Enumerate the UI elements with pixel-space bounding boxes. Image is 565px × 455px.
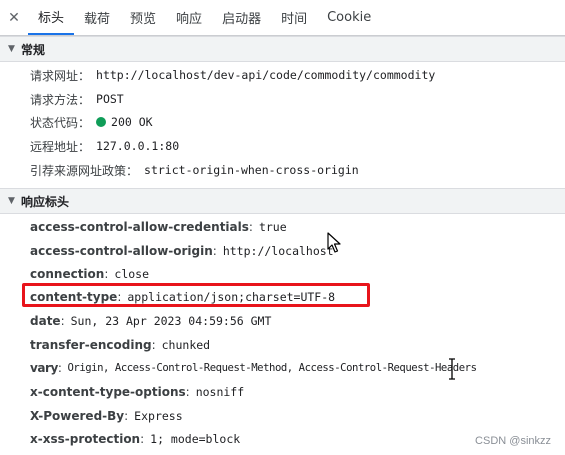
header-value[interactable]: nosniff xyxy=(196,385,244,399)
header-key: date xyxy=(30,314,61,328)
header-row: access-control-allow-origin : http://loc… xyxy=(30,244,334,258)
general-row-remote-address: 远程地址 ： 127.0.0.1:80 xyxy=(30,139,180,154)
general-section-header[interactable]: ▼ 常规 xyxy=(0,36,565,62)
row-key: 引荐来源网址政策 xyxy=(30,163,127,178)
response-headers-section-title: 响应标头 xyxy=(21,194,70,209)
expand-triangle-icon: ▼ xyxy=(8,43,15,54)
header-row: vary : Origin, Access-Control-Request-Me… xyxy=(30,361,477,375)
header-key: X-Powered-By xyxy=(30,409,125,423)
general-row-request-url: 请求网址 ： http://localhost/dev-api/code/com… xyxy=(30,68,436,83)
header-row: x-xss-protection : 1; mode=block xyxy=(30,432,241,446)
header-value[interactable]: Origin, Access-Control-Request-Method, A… xyxy=(67,362,476,374)
tab-payload[interactable]: 载荷 xyxy=(74,0,120,35)
header-key: access-control-allow-origin xyxy=(30,244,213,258)
row-value[interactable]: strict-origin-when-cross-origin xyxy=(144,163,359,177)
tab-cookies[interactable]: Cookie xyxy=(317,0,381,35)
header-row: x-content-type-options : nosniff xyxy=(30,385,245,399)
header-value[interactable]: http://localhost xyxy=(223,244,334,258)
tab-preview[interactable]: 预览 xyxy=(120,0,166,35)
tab-bar: ✕ 标头 载荷 预览 响应 启动器 时间 Cookie xyxy=(0,0,565,36)
header-key: connection xyxy=(30,267,105,281)
header-value[interactable]: true xyxy=(259,220,287,234)
tab-timing[interactable]: 时间 xyxy=(271,0,317,35)
watermark: CSDN @sinkzz xyxy=(475,435,551,447)
text-cursor-icon xyxy=(449,358,455,380)
header-key: transfer-encoding xyxy=(30,338,152,352)
tab-headers[interactable]: 标头 xyxy=(28,0,75,35)
header-value[interactable]: Express xyxy=(134,409,182,423)
highlight-annotation-box xyxy=(22,283,370,307)
header-row: date : Sun, 23 Apr 2023 04:59:56 GMT xyxy=(30,314,272,328)
general-section-title: 常规 xyxy=(21,42,46,57)
header-key: vary xyxy=(30,361,58,375)
row-key: 请求方法 xyxy=(30,92,79,107)
header-row: transfer-encoding : chunked xyxy=(30,338,211,352)
header-value[interactable]: 1; mode=block xyxy=(150,432,240,446)
response-headers-section-header[interactable]: ▼ 响应标头 xyxy=(0,188,565,214)
general-row-referrer-policy: 引荐来源网址政策 ： strict-origin-when-cross-orig… xyxy=(30,163,359,178)
header-key: x-xss-protection xyxy=(30,432,141,446)
status-ok-icon xyxy=(96,117,107,127)
header-key: x-content-type-options xyxy=(30,385,186,399)
expand-triangle-icon: ▼ xyxy=(8,195,15,206)
header-key: access-control-allow-credentials xyxy=(30,220,249,234)
general-row-request-method: 请求方法 ： POST xyxy=(30,92,124,107)
header-value[interactable]: chunked xyxy=(162,338,210,352)
close-icon[interactable]: ✕ xyxy=(0,0,28,35)
row-value[interactable]: POST xyxy=(96,92,124,106)
tab-initiator[interactable]: 启动器 xyxy=(212,0,271,35)
header-row: X-Powered-By : Express xyxy=(30,409,183,423)
mouse-pointer-icon xyxy=(327,232,341,253)
row-key: 请求网址 xyxy=(30,68,79,83)
tab-response[interactable]: 响应 xyxy=(166,0,212,35)
row-value[interactable]: 127.0.0.1:80 xyxy=(96,139,179,153)
devtools-headers-panel: ✕ 标头 载荷 预览 响应 启动器 时间 Cookie ▼ 常规 请求网址 ： … xyxy=(0,0,565,455)
row-key: 状态代码 xyxy=(30,115,79,130)
row-value[interactable]: 200 OK xyxy=(111,115,153,129)
header-value[interactable]: close xyxy=(114,267,149,281)
header-row: access-control-allow-credentials : true xyxy=(30,220,287,234)
header-row: connection : close xyxy=(30,267,150,281)
row-key: 远程地址 xyxy=(30,139,79,154)
row-value[interactable]: http://localhost/dev-api/code/commodity/… xyxy=(96,68,435,82)
general-row-status-code: 状态代码 ： 200 OK xyxy=(30,115,153,130)
header-value[interactable]: Sun, 23 Apr 2023 04:59:56 GMT xyxy=(71,314,272,328)
